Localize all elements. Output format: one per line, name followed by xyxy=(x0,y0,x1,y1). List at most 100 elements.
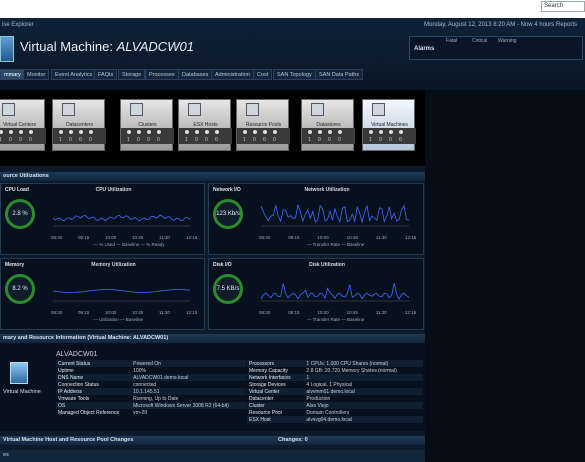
tab-event-analytics[interactable]: Event Analytics xyxy=(51,69,97,80)
tile-esx-hosts[interactable]: ESX Hosts 1 0 0 0 xyxy=(178,99,232,151)
status-count: 0 xyxy=(328,137,331,143)
status-dot-icon xyxy=(273,130,277,134)
status-dot-icon xyxy=(147,130,151,134)
status-count: 1 xyxy=(185,137,188,143)
section-header-info[interactable]: mary and Resource Information (Virtual M… xyxy=(0,334,425,343)
breadcrumb[interactable]: ise Explorer xyxy=(2,22,34,28)
status-dot-icon xyxy=(263,130,267,134)
tile-datacenters[interactable]: Datacenters 1 0 0 0 xyxy=(52,99,106,151)
reports-link[interactable]: Reports xyxy=(556,22,577,28)
status-dot-icon xyxy=(127,130,131,134)
chart-legend: — Transfer Rate — Baseline xyxy=(307,317,365,322)
info-value: 4 Logical, 1 Physical xyxy=(306,381,353,388)
status-count: 1 xyxy=(0,137,2,143)
line-chart xyxy=(260,204,410,227)
tile-status: 1 0 0 0 xyxy=(237,128,290,144)
x-tick-label: 12:15 xyxy=(405,310,417,315)
status-count: 0 xyxy=(263,137,266,143)
tab-monitor[interactable]: Monitor xyxy=(23,69,50,80)
tile-icon xyxy=(311,103,324,116)
x-tick-label: 09:15 xyxy=(78,310,90,315)
status-dot-icon xyxy=(369,130,373,134)
info-value: 2.8 GB: 20,720 Memory Shares (normal) xyxy=(306,367,397,374)
tab-administration[interactable]: Administration xyxy=(211,69,254,80)
x-tick-label: 08:30 xyxy=(259,235,271,240)
status-count: 0 xyxy=(389,137,392,143)
tab-san-topology[interactable]: SAN Topology xyxy=(273,69,316,80)
info-value: Production xyxy=(306,395,331,402)
tile-virtual-machines[interactable]: Virtual Machines 1 0 0 0 xyxy=(362,99,416,151)
status-dot-icon xyxy=(253,130,257,134)
status-count: 0 xyxy=(19,137,22,143)
footer-section[interactable]: es xyxy=(0,450,425,462)
status-count: 0 xyxy=(69,137,72,143)
tile-resource-pools[interactable]: Resource Pools 1 0 0 0 xyxy=(236,99,290,151)
tab-processes[interactable]: Processes xyxy=(145,69,179,80)
x-tick-label: 10:00 xyxy=(317,310,329,315)
status-count: 0 xyxy=(399,137,402,143)
tile-datastores[interactable]: Datastores 1 0 0 0 xyxy=(301,99,355,151)
status-count: 0 xyxy=(318,137,321,143)
series-line xyxy=(260,204,410,224)
table-row: Connection Status connected xyxy=(56,381,246,388)
table-row: Virtual Center alvvmm01.demo.local xyxy=(247,388,423,395)
info-value: 100% xyxy=(133,367,146,374)
tile-status: 1 0 0 0 xyxy=(53,128,106,144)
info-value: Running, Up to Date xyxy=(133,395,179,402)
info-key: OS xyxy=(56,402,132,409)
status-dot-icon xyxy=(157,130,161,134)
table-row: Managed Object Reference vm-29 xyxy=(56,409,246,416)
status-dot-icon xyxy=(79,130,83,134)
status-dot-icon xyxy=(338,130,342,134)
x-tick-label: 11:30 xyxy=(159,310,170,315)
x-tick-label: 08:30 xyxy=(51,310,63,315)
section-header-resource[interactable]: ource Utilizations xyxy=(0,172,425,181)
status-count: 1 xyxy=(59,137,62,143)
info-key: Current Status xyxy=(56,360,132,367)
tile-clusters[interactable]: Clusters 1 0 0 0 xyxy=(120,99,174,151)
tile-icon xyxy=(372,103,385,116)
table-row: Vmware Tools Running, Up to Date xyxy=(56,395,246,402)
status-count: 0 xyxy=(379,137,382,143)
chart-title: CPU Utilization xyxy=(95,187,132,193)
time-range[interactable]: Monday, August 12, 2013 8:20 AM - Now 4 … xyxy=(424,22,554,28)
status-dot-icon xyxy=(29,130,33,134)
section-header-changes[interactable]: Virtual Machine Host and Resource Pool C… xyxy=(0,436,425,445)
table-row: Memory Capacity 2.8 GB: 20,720 Memory Sha… xyxy=(247,367,423,374)
chart-legend: — % Used — Baseline — % Ready xyxy=(93,242,165,247)
status-dot-icon xyxy=(137,130,141,134)
tab-faqts[interactable]: FAQts xyxy=(94,69,118,80)
status-count: 0 xyxy=(89,137,92,143)
info-value: alvsvg04.demo.local xyxy=(304,416,423,423)
info-key: Network Interfaces xyxy=(247,374,305,381)
status-dot-icon xyxy=(0,130,3,134)
chart-title: Disk Utilization xyxy=(309,262,345,268)
alarm-header-fatal: Fatal xyxy=(446,38,458,44)
series-line xyxy=(260,283,410,300)
panel-title: Network I/O xyxy=(213,187,241,193)
search-input[interactable]: Search xyxy=(541,1,585,12)
tab-databases[interactable]: Databases xyxy=(178,69,213,80)
tile-icon xyxy=(246,103,259,116)
panel-title: Memory xyxy=(5,262,25,268)
tab-storage[interactable]: Storage xyxy=(118,69,146,80)
tile-virtual-centers[interactable]: Virtual Centers 1 0 0 0 xyxy=(0,99,46,151)
table-row: ESX Host alvsvg04.demo.local xyxy=(247,416,423,423)
tile-status: 1 0 0 0 xyxy=(0,128,46,144)
status-dot-icon xyxy=(308,130,312,134)
info-key: Uptime xyxy=(58,367,74,374)
info-key: ESX Host xyxy=(247,416,305,423)
info-key: Resource Pool xyxy=(249,409,282,416)
series-line xyxy=(52,214,191,222)
x-tick-label: 12:15 xyxy=(186,235,198,240)
metric-panel: CPU Load 2.8 % CPU Utilization 08:30 09:15 10… xyxy=(0,183,205,255)
tab-cost[interactable]: Cost xyxy=(253,69,273,80)
table-row: DNS Name ALVADCW01.demo.local xyxy=(56,374,246,381)
series-line xyxy=(52,289,191,293)
status-count: 0 xyxy=(195,137,198,143)
tab-san-data-paths[interactable]: SAN Data Paths xyxy=(315,69,364,80)
tab-mmary[interactable]: mmary xyxy=(0,69,25,80)
status-count: 0 xyxy=(253,137,256,143)
info-key: Datacenter xyxy=(249,395,274,402)
table-row: Processors 1 CPUs: 1,000 CPU Shares (norm… xyxy=(247,360,423,367)
